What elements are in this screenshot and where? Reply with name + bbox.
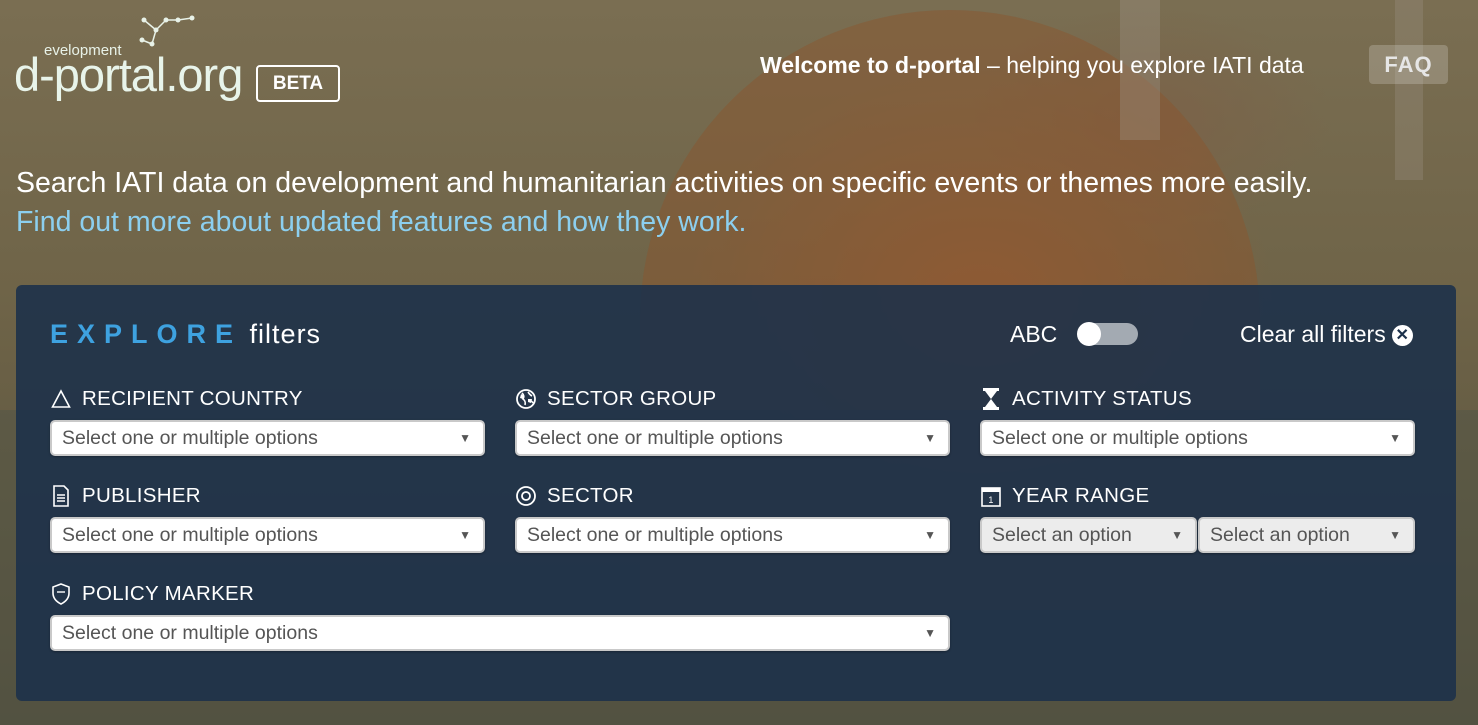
hourglass-icon: [980, 388, 1002, 410]
globe-icon: [515, 388, 537, 410]
filter-label: YEAR RANGE: [1012, 484, 1150, 507]
shield-icon: [50, 583, 72, 605]
filter-label: POLICY MARKER: [82, 582, 255, 605]
abc-sort-label: ABC: [1010, 321, 1058, 347]
site-header: evelopment d-portal.org BETA Welcome to …: [0, 0, 1478, 120]
sector-select[interactable]: Select one or multiple options ▼: [515, 517, 950, 553]
publisher-label: PUBLISHER: [50, 484, 201, 508]
dropdown-arrow-icon: ▼: [1389, 528, 1401, 542]
filter-label: ACTIVITY STATUS: [1012, 387, 1192, 410]
toggle-knob: [1077, 322, 1101, 346]
filters-title: filters: [249, 319, 322, 349]
welcome-message: Welcome to d-portal – helping you explor…: [760, 52, 1304, 79]
select-placeholder: Select one or multiple options: [527, 524, 783, 546]
triangle-icon: [50, 388, 72, 410]
select-placeholder: Select one or multiple options: [992, 427, 1248, 449]
filter-label: SECTOR GROUP: [547, 387, 717, 410]
close-circle-icon: ✕: [1391, 325, 1413, 346]
dropdown-arrow-icon: ▼: [459, 431, 471, 445]
filter-label: PUBLISHER: [82, 484, 201, 507]
document-icon: [50, 485, 72, 507]
panel-title: EXPLORE filters: [50, 319, 321, 350]
year-range-label: 1 YEAR RANGE: [980, 484, 1149, 508]
explore-title: EXPLORE: [50, 319, 243, 349]
policy-marker-select[interactable]: Select one or multiple options ▼: [50, 615, 950, 651]
calendar-icon: 1: [980, 485, 1002, 507]
select-placeholder: Select an option: [1210, 524, 1350, 546]
activity-status-label: ACTIVITY STATUS: [980, 387, 1192, 411]
select-placeholder: Select an option: [992, 524, 1132, 546]
sector-label: SECTOR: [515, 484, 634, 508]
filter-label: RECIPIENT COUNTRY: [82, 387, 303, 410]
select-placeholder: Select one or multiple options: [62, 524, 318, 546]
d-portal-logo[interactable]: evelopment d-portal.org: [14, 14, 244, 106]
sector-group-select[interactable]: Select one or multiple options ▼: [515, 420, 950, 456]
select-placeholder: Select one or multiple options: [62, 427, 318, 449]
publisher-select[interactable]: Select one or multiple options ▼: [50, 517, 485, 553]
intro-section: Search IATI data on development and huma…: [16, 164, 1312, 242]
target-icon: [515, 485, 537, 507]
activity-status-select[interactable]: Select one or multiple options ▼: [980, 420, 1415, 456]
faq-button[interactable]: FAQ: [1369, 45, 1448, 84]
svg-text:1: 1: [988, 495, 993, 505]
dropdown-arrow-icon: ▼: [924, 528, 936, 542]
dropdown-arrow-icon: ▼: [924, 431, 936, 445]
recipient-country-select[interactable]: Select one or multiple options ▼: [50, 420, 485, 456]
logo-text: d-portal.org: [14, 48, 243, 101]
dropdown-arrow-icon: ▼: [459, 528, 471, 542]
beta-badge: BETA: [256, 65, 340, 102]
clear-all-label: Clear all filters: [1240, 321, 1386, 347]
select-placeholder: Select one or multiple options: [527, 427, 783, 449]
dropdown-arrow-icon: ▼: [924, 626, 936, 640]
recipient-country-label: RECIPIENT COUNTRY: [50, 387, 303, 411]
features-link[interactable]: Find out more about updated features and…: [16, 203, 1312, 242]
intro-text: Search IATI data on development and huma…: [16, 167, 1313, 199]
welcome-rest: – helping you explore IATI data: [980, 52, 1304, 78]
year-from-select[interactable]: Select an option ▼: [980, 517, 1197, 553]
clear-all-filters-button[interactable]: Clear all filters ✕: [1240, 321, 1413, 348]
dropdown-arrow-icon: ▼: [1389, 431, 1401, 445]
filter-label: SECTOR: [547, 484, 634, 507]
dropdown-arrow-icon: ▼: [1171, 528, 1183, 542]
explore-filters-panel: EXPLORE filters ABC Clear all filters ✕ R…: [16, 285, 1456, 701]
select-placeholder: Select one or multiple options: [62, 622, 318, 644]
year-to-select[interactable]: Select an option ▼: [1198, 517, 1415, 553]
abc-sort-toggle[interactable]: [1077, 322, 1138, 346]
welcome-bold: Welcome to d-portal: [760, 52, 981, 78]
sector-group-label: SECTOR GROUP: [515, 387, 717, 411]
policy-marker-label: POLICY MARKER: [50, 582, 254, 606]
